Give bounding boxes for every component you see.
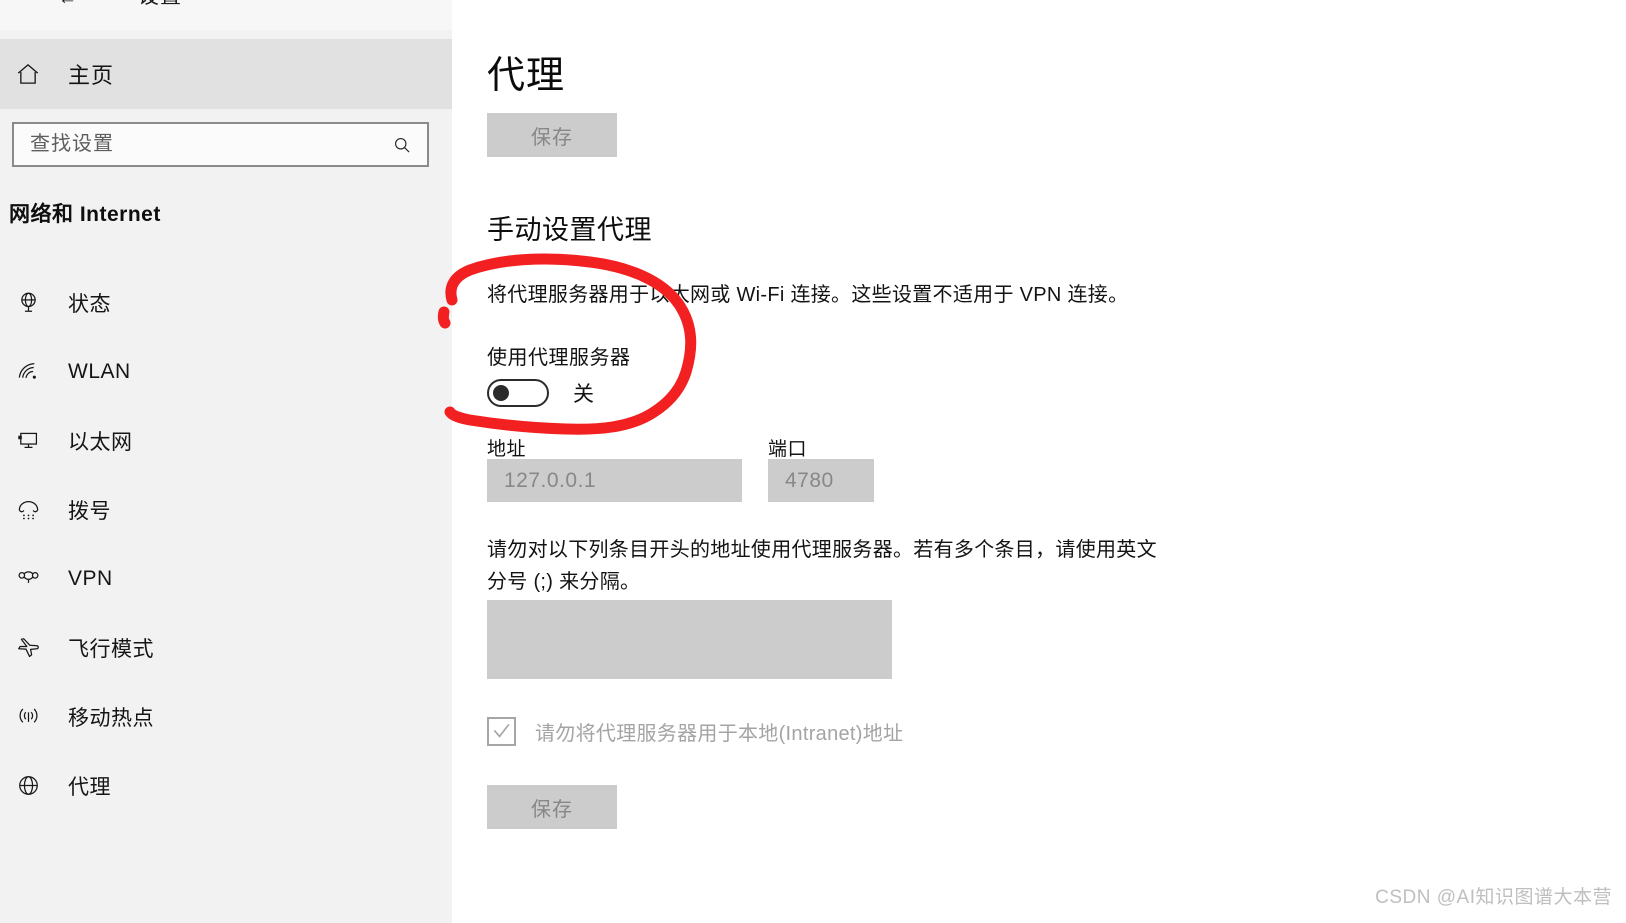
home-icon: [13, 59, 43, 89]
toggle-knob: [493, 385, 509, 401]
local-bypass-label: 请勿将代理服务器用于本地(Intranet)地址: [535, 723, 904, 745]
sidebar-item-mobile-hotspot[interactable]: 移动热点: [0, 682, 452, 751]
toggle-state-label: 关: [573, 383, 594, 406]
sidebar-item-label: VPN: [68, 566, 113, 590]
exclusion-note: 请勿对以下列条目开头的地址使用代理服务器。若有多个条目，请使用英文分号 (;) …: [487, 539, 1157, 593]
page-title: 代理: [487, 55, 566, 97]
sidebar-item-proxy[interactable]: 代理: [0, 751, 452, 820]
address-label: 地址: [487, 439, 527, 460]
use-proxy-toggle-row: 关: [487, 378, 594, 408]
vpn-icon: [13, 564, 43, 594]
search-input[interactable]: [14, 124, 354, 165]
sidebar-item-label: 飞行模式: [68, 637, 154, 661]
sidebar-item-vpn[interactable]: VPN: [0, 544, 452, 613]
local-bypass-row[interactable]: 请勿将代理服务器用于本地(Intranet)地址: [487, 717, 903, 746]
sidebar-item-wlan[interactable]: WLAN: [0, 337, 452, 406]
search-box[interactable]: [12, 122, 429, 167]
settings-window: ← 设置 主页 网络和 Internet: [0, 0, 1626, 923]
sidebar-item-label: 代理: [68, 775, 111, 799]
ethernet-monitor-icon: [13, 426, 43, 456]
sidebar-item-status[interactable]: 状态: [0, 268, 452, 337]
wifi-icon: [13, 357, 43, 387]
sidebar-nav-list: 状态 WLAN 以太网 拨号 VPN 飞行模式 移动热点 代理: [0, 268, 452, 820]
hotspot-broadcast-icon: [13, 702, 43, 732]
exclusion-list-input[interactable]: [487, 600, 892, 679]
sidebar: ← 设置 主页 网络和 Internet: [0, 0, 452, 923]
sidebar-section-title: 网络和 Internet: [9, 203, 161, 226]
address-input[interactable]: [487, 459, 742, 502]
csdn-watermark: CSDN @AI知识图谱大本营: [1375, 887, 1612, 908]
save-button-bottom[interactable]: 保存: [487, 785, 617, 829]
port-label: 端口: [768, 439, 808, 460]
sidebar-item-home[interactable]: 主页: [0, 39, 452, 109]
back-arrow-icon[interactable]: ←: [58, 0, 77, 14]
window-title: 设置: [138, 0, 182, 12]
sidebar-item-airplane-mode[interactable]: 飞行模式: [0, 613, 452, 682]
manual-proxy-heading: 手动设置代理: [487, 215, 652, 245]
manual-proxy-description: 将代理服务器用于以太网或 Wi-Fi 连接。这些设置不适用于 VPN 连接。: [487, 284, 1129, 306]
sidebar-item-label: 拨号: [68, 499, 111, 523]
globe-status-icon: [13, 288, 43, 318]
use-proxy-toggle[interactable]: [487, 379, 549, 407]
globe-proxy-icon: [13, 771, 43, 801]
sidebar-item-dialup[interactable]: 拨号: [0, 475, 452, 544]
search-icon[interactable]: [391, 134, 413, 156]
sidebar-item-label: 状态: [68, 292, 111, 316]
sidebar-item-ethernet[interactable]: 以太网: [0, 406, 452, 475]
main-content: 代理 保存 手动设置代理 将代理服务器用于以太网或 Wi-Fi 连接。这些设置不…: [452, 0, 1626, 923]
airplane-icon: [13, 633, 43, 663]
port-input[interactable]: [768, 459, 874, 502]
local-bypass-checkbox[interactable]: [487, 717, 516, 746]
save-button-top[interactable]: 保存: [487, 113, 617, 157]
use-proxy-label: 使用代理服务器: [487, 347, 631, 369]
sidebar-item-label: 移动热点: [68, 706, 154, 730]
sidebar-item-label: WLAN: [68, 359, 131, 383]
sidebar-home-label: 主页: [68, 63, 115, 88]
sidebar-item-label: 以太网: [68, 430, 133, 454]
window-chrome: ← 设置: [0, 0, 452, 30]
dialup-phone-icon: [13, 495, 43, 525]
